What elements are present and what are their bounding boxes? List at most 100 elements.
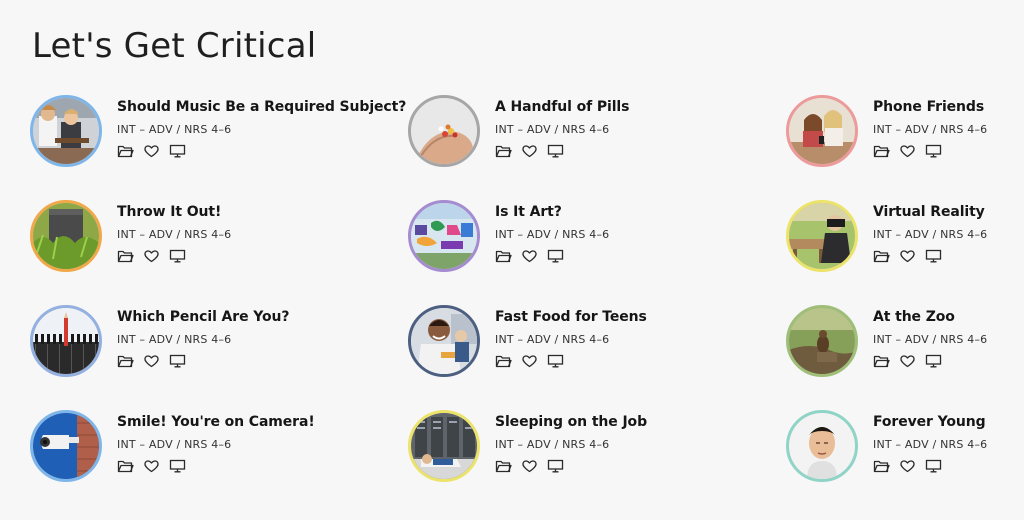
lesson-card[interactable]: Should Music Be a Required Subject? INT –…: [30, 95, 406, 175]
folder-icon[interactable]: [873, 249, 890, 263]
lesson-actions: [117, 144, 406, 158]
lesson-level: INT – ADV / NRS 4–6: [495, 333, 610, 346]
page: Let's Get Critical Should Music Be a Req…: [0, 0, 1024, 520]
lesson-title[interactable]: Is It Art?: [495, 204, 609, 220]
monitor-icon[interactable]: [925, 249, 942, 263]
lesson-level: INT – ADV / NRS 4–6: [873, 438, 988, 451]
lesson-grid: Should Music Be a Required Subject? INT –…: [30, 95, 1010, 515]
lesson-thumbnail[interactable]: [408, 95, 480, 167]
lesson-info: Smile! You're on Camera! INT – ADV / NRS …: [117, 410, 315, 473]
lesson-card[interactable]: Which Pencil Are You? INT – ADV / NRS 4–6: [30, 305, 360, 385]
lesson-thumbnail[interactable]: [786, 410, 858, 482]
lesson-card[interactable]: Is It Art? INT – ADV / NRS 4–6: [408, 200, 738, 280]
folder-icon[interactable]: [873, 459, 890, 473]
lesson-card[interactable]: Fast Food for Teens INT – ADV / NRS 4–6: [408, 305, 738, 385]
page-title: Let's Get Critical: [32, 26, 317, 66]
lesson-level: INT – ADV / NRS 4–6: [495, 438, 610, 451]
lesson-thumbnail[interactable]: [408, 305, 480, 377]
lesson-title[interactable]: Fast Food for Teens: [495, 309, 647, 325]
lesson-title[interactable]: At the Zoo: [873, 309, 987, 325]
heart-icon[interactable]: [521, 354, 538, 368]
folder-icon[interactable]: [873, 144, 890, 158]
lesson-card[interactable]: Forever Young INT – ADV / NRS 4–6: [786, 410, 1024, 490]
lesson-level: INT – ADV / NRS 4–6: [117, 123, 232, 136]
lesson-info: Is It Art? INT – ADV / NRS 4–6: [495, 200, 609, 263]
monitor-icon[interactable]: [925, 459, 942, 473]
folder-icon[interactable]: [117, 249, 134, 263]
lesson-title[interactable]: Virtual Reality: [873, 204, 987, 220]
heart-icon[interactable]: [899, 354, 916, 368]
lesson-thumbnail[interactable]: [786, 200, 858, 272]
lesson-level: INT – ADV / NRS 4–6: [117, 333, 232, 346]
monitor-icon[interactable]: [925, 354, 942, 368]
lesson-level: INT – ADV / NRS 4–6: [873, 228, 988, 241]
lesson-title[interactable]: Smile! You're on Camera!: [117, 414, 315, 430]
lesson-card[interactable]: Smile! You're on Camera! INT – ADV / NRS …: [30, 410, 360, 490]
lesson-info: Phone Friends INT – ADV / NRS 4–6: [873, 95, 987, 158]
lesson-thumbnail[interactable]: [30, 410, 102, 482]
monitor-icon[interactable]: [169, 459, 186, 473]
monitor-icon[interactable]: [547, 249, 564, 263]
lesson-card[interactable]: Throw It Out! INT – ADV / NRS 4–6: [30, 200, 360, 280]
lesson-title[interactable]: A Handful of Pills: [495, 99, 629, 115]
lesson-thumbnail[interactable]: [408, 410, 480, 482]
monitor-icon[interactable]: [547, 144, 564, 158]
lesson-actions: [495, 249, 609, 263]
lesson-level: INT – ADV / NRS 4–6: [873, 333, 988, 346]
monitor-icon[interactable]: [169, 249, 186, 263]
lesson-level: INT – ADV / NRS 4–6: [495, 228, 610, 241]
lesson-title[interactable]: Should Music Be a Required Subject?: [117, 99, 406, 115]
lesson-card[interactable]: At the Zoo INT – ADV / NRS 4–6: [786, 305, 1024, 385]
lesson-info: Should Music Be a Required Subject? INT –…: [117, 95, 406, 158]
lesson-thumbnail[interactable]: [30, 95, 102, 167]
lesson-info: Which Pencil Are You? INT – ADV / NRS 4–6: [117, 305, 290, 368]
folder-icon[interactable]: [495, 459, 512, 473]
folder-icon[interactable]: [117, 144, 134, 158]
lesson-info: A Handful of Pills INT – ADV / NRS 4–6: [495, 95, 629, 158]
heart-icon[interactable]: [143, 249, 160, 263]
lesson-title[interactable]: Forever Young: [873, 414, 987, 430]
lesson-title[interactable]: Which Pencil Are You?: [117, 309, 290, 325]
heart-icon[interactable]: [521, 249, 538, 263]
lesson-card[interactable]: Phone Friends INT – ADV / NRS 4–6: [786, 95, 1024, 175]
lesson-actions: [117, 459, 315, 473]
folder-icon[interactable]: [495, 144, 512, 158]
lesson-card[interactable]: Sleeping on the Job INT – ADV / NRS 4–6: [408, 410, 738, 490]
lesson-thumbnail[interactable]: [786, 305, 858, 377]
lesson-title[interactable]: Sleeping on the Job: [495, 414, 647, 430]
lesson-actions: [873, 459, 987, 473]
lesson-card[interactable]: A Handful of Pills INT – ADV / NRS 4–6: [408, 95, 738, 175]
monitor-icon[interactable]: [925, 144, 942, 158]
lesson-info: Sleeping on the Job INT – ADV / NRS 4–6: [495, 410, 647, 473]
folder-icon[interactable]: [495, 354, 512, 368]
lesson-card[interactable]: Virtual Reality INT – ADV / NRS 4–6: [786, 200, 1024, 280]
heart-icon[interactable]: [143, 144, 160, 158]
heart-icon[interactable]: [143, 354, 160, 368]
lesson-actions: [117, 354, 289, 368]
heart-icon[interactable]: [521, 459, 538, 473]
lesson-thumbnail[interactable]: [30, 200, 102, 272]
folder-icon[interactable]: [873, 354, 890, 368]
lesson-title[interactable]: Throw It Out!: [117, 204, 231, 220]
lesson-thumbnail[interactable]: [408, 200, 480, 272]
heart-icon[interactable]: [899, 249, 916, 263]
heart-icon[interactable]: [899, 459, 916, 473]
folder-icon[interactable]: [117, 459, 134, 473]
monitor-icon[interactable]: [547, 459, 564, 473]
lesson-actions: [873, 354, 987, 368]
monitor-icon[interactable]: [169, 144, 186, 158]
lesson-info: Virtual Reality INT – ADV / NRS 4–6: [873, 200, 987, 263]
lesson-title[interactable]: Phone Friends: [873, 99, 987, 115]
heart-icon[interactable]: [143, 459, 160, 473]
lesson-thumbnail[interactable]: [786, 95, 858, 167]
lesson-thumbnail[interactable]: [30, 305, 102, 377]
heart-icon[interactable]: [899, 144, 916, 158]
heart-icon[interactable]: [521, 144, 538, 158]
folder-icon[interactable]: [495, 249, 512, 263]
lesson-level: INT – ADV / NRS 4–6: [117, 438, 232, 451]
lesson-info: Fast Food for Teens INT – ADV / NRS 4–6: [495, 305, 647, 368]
monitor-icon[interactable]: [169, 354, 186, 368]
folder-icon[interactable]: [117, 354, 134, 368]
monitor-icon[interactable]: [547, 354, 564, 368]
lesson-actions: [873, 249, 987, 263]
